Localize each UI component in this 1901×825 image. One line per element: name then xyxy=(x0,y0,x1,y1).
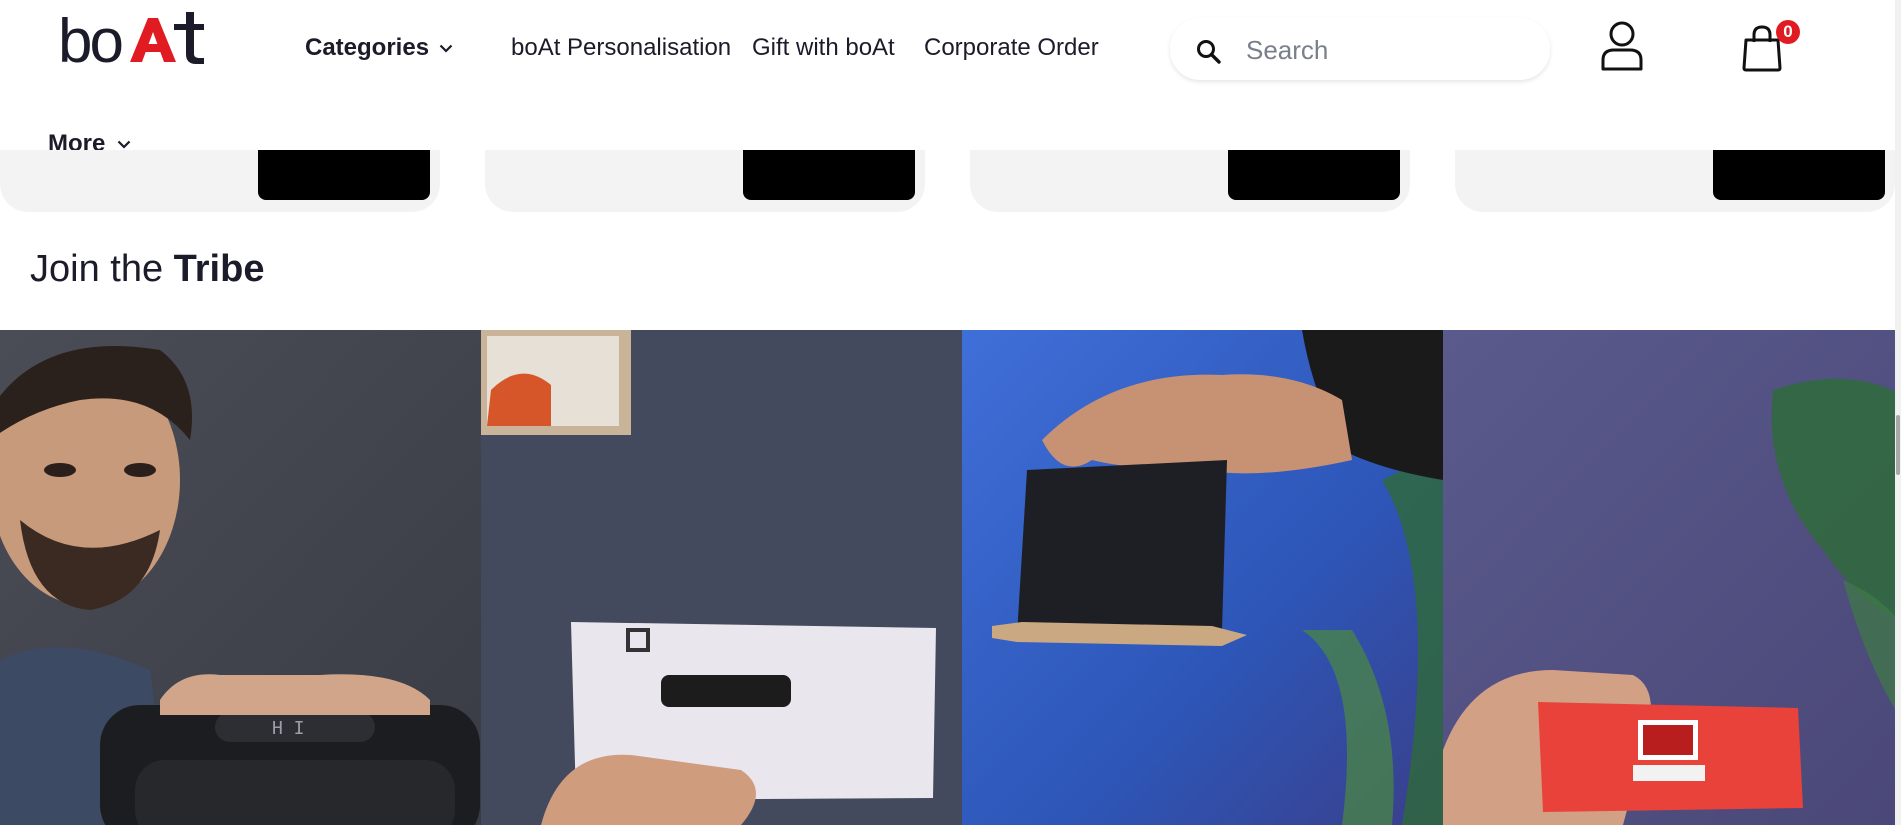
search-icon[interactable] xyxy=(1196,39,1222,65)
search-input[interactable] xyxy=(1244,30,1538,70)
product-card xyxy=(0,150,440,212)
section-title: Join the Tribe xyxy=(30,248,264,291)
svg-text:H I: H I xyxy=(272,718,305,739)
boat-logo[interactable]: bo xyxy=(58,10,214,80)
add-to-cart-button[interactable] xyxy=(1713,150,1885,200)
scrollbar-thumb[interactable] xyxy=(1896,415,1900,475)
add-to-cart-button[interactable] xyxy=(258,150,430,200)
tribe-video-tile[interactable] xyxy=(481,330,962,825)
categories-menu[interactable]: Categories xyxy=(305,32,453,64)
nav-link-personalisation[interactable]: boAt Personalisation xyxy=(511,32,731,64)
cart-button[interactable]: 0 xyxy=(1740,20,1800,74)
cart-count-badge: 0 xyxy=(1776,20,1800,44)
user-icon[interactable] xyxy=(1598,20,1646,72)
nav-link-gift[interactable]: Gift with boAt xyxy=(752,32,895,64)
page-scrollbar[interactable] xyxy=(1895,0,1901,825)
tribe-video-tile[interactable] xyxy=(1443,330,1895,825)
section-title-bold: Tribe xyxy=(173,248,265,290)
product-card xyxy=(1455,150,1895,212)
svg-text:bo: bo xyxy=(58,10,121,76)
categories-label: Categories xyxy=(305,34,430,61)
tribe-video-tile[interactable]: H I xyxy=(0,330,481,825)
product-card xyxy=(485,150,925,212)
chevron-down-icon xyxy=(118,140,131,149)
section-title-light: Join the xyxy=(30,248,174,290)
video-thumbnail xyxy=(1443,330,1895,825)
video-thumbnail xyxy=(962,330,1443,825)
search-bar xyxy=(1170,18,1550,80)
video-thumbnail: H I xyxy=(0,330,481,825)
add-to-cart-button[interactable] xyxy=(743,150,915,200)
tribe-video-strip: H I xyxy=(0,330,1895,825)
nav-link-corporate-order[interactable]: Corporate Order xyxy=(924,32,1099,64)
video-thumbnail xyxy=(481,330,962,825)
page: bo Categories boAt Personalisation Gift … xyxy=(0,0,1901,825)
chevron-down-icon xyxy=(439,44,453,53)
add-to-cart-button[interactable] xyxy=(1228,150,1400,200)
product-card xyxy=(970,150,1410,212)
tribe-video-tile[interactable] xyxy=(962,330,1443,825)
